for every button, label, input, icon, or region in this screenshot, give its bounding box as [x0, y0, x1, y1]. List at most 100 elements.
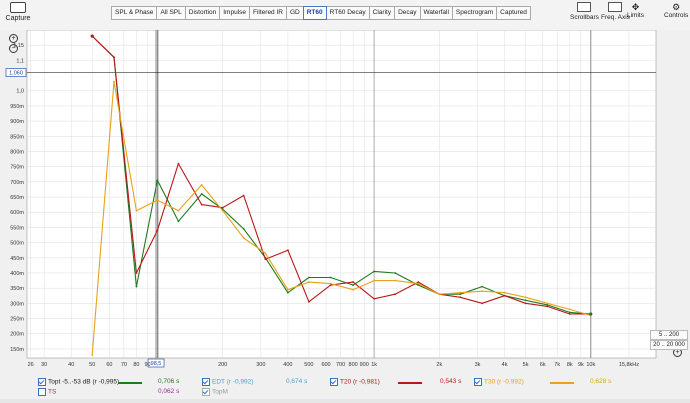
peak-marker	[90, 34, 94, 38]
data-point-t30	[524, 296, 527, 299]
plot-area[interactable]: 1,060 98,5 1,15 1,1 1,0 950m 900m 850m 800m 750m…	[0, 29, 690, 370]
limits-button[interactable]: ✥ Limits	[627, 2, 644, 19]
data-point-t30	[113, 80, 115, 83]
tab-rt60[interactable]: RT60	[302, 6, 327, 20]
legend-ts[interactable]: TS	[38, 388, 56, 396]
data-point-t20	[242, 194, 245, 197]
tab-waterfall[interactable]: Waterfall	[419, 6, 453, 20]
controls-button[interactable]: ⚙ Controls	[664, 2, 688, 19]
zoom-in-icon[interactable]: +	[9, 34, 18, 43]
tab-distortion[interactable]: Distortion	[184, 6, 221, 20]
tab-decay[interactable]: Decay	[394, 6, 421, 20]
x-tick-label: 700	[336, 362, 345, 368]
data-point-topt	[352, 284, 355, 287]
checkbox-icon[interactable]	[202, 378, 210, 386]
x-tick-label: 8k	[567, 362, 573, 368]
axis-icon	[608, 2, 623, 12]
data-point-topt	[307, 276, 310, 279]
scrollbars-button[interactable]: Scrollbars	[570, 2, 599, 21]
y-tick-label: 800m	[10, 149, 24, 155]
y-tick-label: 350m	[10, 286, 24, 292]
checkbox-icon[interactable]	[202, 388, 210, 396]
range-preset-2[interactable]: 20 .. 20 000	[650, 340, 688, 350]
data-point-t20	[568, 313, 571, 315]
legend-topm[interactable]: TopM	[202, 388, 228, 396]
data-point-topt	[242, 228, 245, 230]
data-point-t30	[307, 281, 310, 283]
freq-axis-label: Freq. Axis	[601, 14, 630, 21]
x-tick-label: 80	[133, 362, 139, 368]
data-point-t30	[329, 282, 332, 285]
freq-axis-button[interactable]: Freq. Axis	[601, 2, 630, 21]
x-tick-label: 90	[144, 362, 150, 368]
data-point-t20	[481, 302, 483, 305]
data-point-t20	[113, 56, 115, 59]
tab-all-spl[interactable]: All SPL	[156, 6, 186, 20]
toolbar: Capture SPL & Phase All SPL Distortion I…	[0, 0, 690, 31]
y-tick-label: 750m	[10, 165, 24, 171]
checkbox-icon[interactable]	[38, 388, 46, 396]
y-tick-label: 500m	[10, 241, 24, 247]
x-tick-label: 2k	[436, 362, 442, 368]
x-tick-label: 1k	[371, 362, 377, 368]
data-point-t30	[200, 183, 203, 186]
data-point-t30	[503, 291, 506, 294]
arrows-icon: ✥	[631, 2, 640, 12]
data-point-t20	[307, 300, 310, 303]
camera-icon	[10, 2, 26, 13]
cursor-y-readout: 1,060	[9, 71, 23, 77]
tab-rt60-decay[interactable]: RT60 Decay	[325, 6, 370, 20]
data-point-t30	[546, 302, 549, 305]
data-point-topt	[200, 193, 203, 195]
legend-ts-value: 0,062 s	[158, 388, 180, 395]
y-tick-label: 900m	[10, 119, 24, 125]
tab-captured[interactable]: Captured	[496, 6, 531, 20]
legend-topt[interactable]: Topt -5..-53 dB (r -0,995)	[38, 378, 119, 386]
x-tick-label: 4k	[502, 362, 508, 368]
checkbox-icon[interactable]	[38, 378, 46, 386]
data-point-t30	[177, 209, 180, 212]
data-point-t20	[135, 272, 138, 274]
legend-topt-label: Topt -5..-53 dB (r -0,995)	[48, 378, 120, 386]
x-tick-label: 60	[106, 362, 112, 368]
controls-label: Controls	[664, 12, 689, 19]
data-point-t30	[438, 293, 441, 296]
x-tick-label: 900	[360, 362, 369, 368]
x-tick-label: 200	[218, 362, 227, 368]
data-point-topt	[135, 285, 138, 288]
legend-edt[interactable]: EDT (r -0,992)	[202, 378, 253, 386]
y-tick-label: 700m	[10, 180, 24, 186]
data-point-t20	[200, 203, 203, 206]
capture-button[interactable]: Capture	[4, 2, 32, 22]
x-tick-label: 800	[349, 362, 358, 368]
legend-t30[interactable]: T30 (r -0,992)	[474, 378, 524, 386]
legend-t20-value: 0,543 s	[440, 378, 462, 385]
data-point-t20	[546, 305, 549, 308]
capture-label: Capture	[5, 15, 31, 22]
tab-clarity[interactable]: Clarity	[368, 6, 396, 20]
data-point-t30	[156, 199, 159, 201]
y-tick-label: 550m	[10, 225, 24, 231]
data-point-t30	[91, 354, 94, 356]
legend-edt-value: 0,674 s	[286, 378, 308, 385]
data-point-t20	[156, 229, 159, 232]
checkbox-icon[interactable]	[330, 378, 338, 386]
y-tick-label: 400m	[10, 271, 24, 277]
tab-impulse[interactable]: Impulse	[219, 6, 250, 20]
tab-spl-phase[interactable]: SPL & Phase	[111, 6, 158, 20]
legend-t20[interactable]: T20 (r -0,981)	[330, 378, 380, 386]
tab-filtered-ir[interactable]: Filtered IR	[249, 6, 287, 20]
x-tick-label: 5k	[523, 362, 529, 368]
x-tick-label: 3k	[475, 362, 481, 368]
rt60-chart[interactable]: 1,06098,5 1,151,11,0950m900m850m800m750m…	[0, 29, 690, 370]
data-point-t30	[135, 209, 138, 212]
tab-spectrogram[interactable]: Spectrogram	[451, 6, 498, 20]
x-tick-label: 6k	[540, 362, 546, 368]
checkbox-icon[interactable]	[474, 378, 482, 386]
legend-t30-swatch	[550, 382, 574, 384]
range-preset-1[interactable]: 5 .. 200	[650, 330, 688, 340]
legend-topm-label: TopM	[212, 388, 228, 396]
zoom-out-icon[interactable]: −	[9, 44, 18, 53]
tab-gd[interactable]: GD	[285, 6, 304, 20]
data-point-t30	[352, 288, 355, 291]
